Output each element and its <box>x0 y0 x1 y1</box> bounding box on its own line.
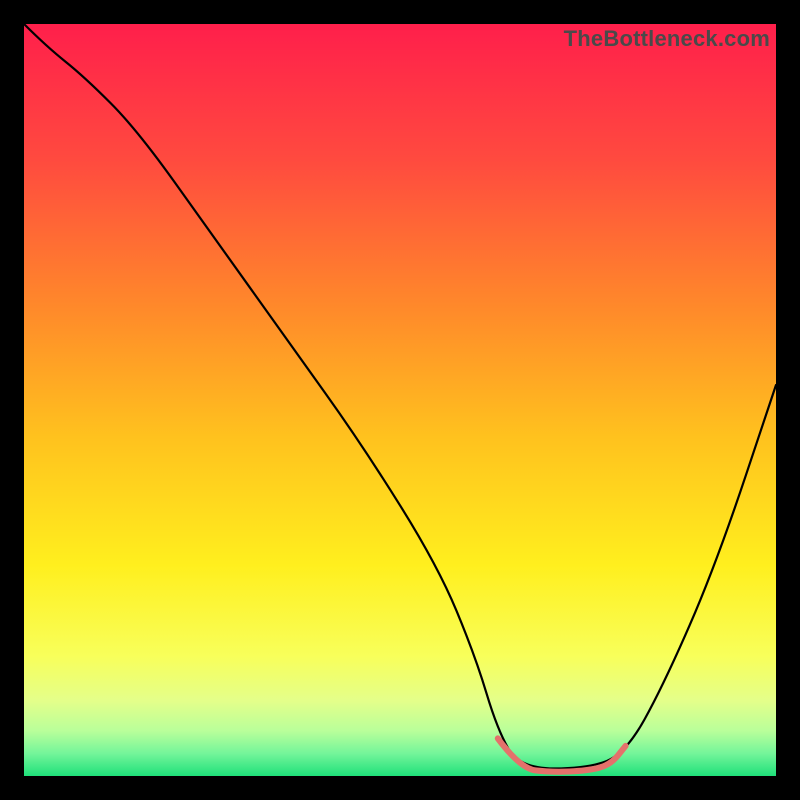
gradient-background <box>24 24 776 776</box>
bottleneck-chart <box>24 24 776 776</box>
chart-frame: TheBottleneck.com <box>24 24 776 776</box>
watermark-text: TheBottleneck.com <box>564 26 770 52</box>
